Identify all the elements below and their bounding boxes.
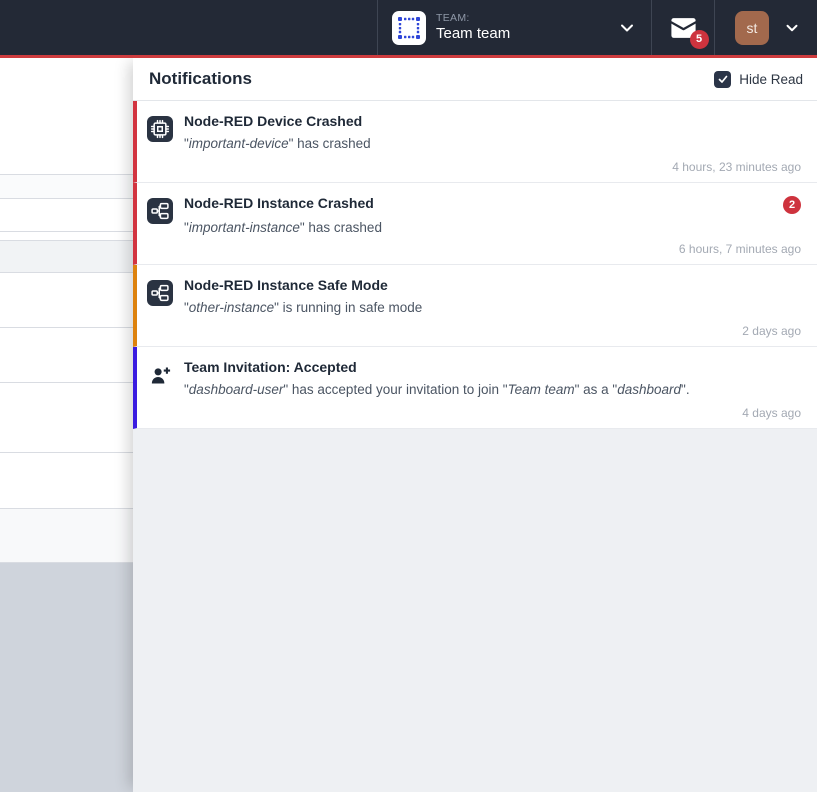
notification-message: "other-instance" is running in safe mode — [184, 300, 801, 317]
background-table-row — [0, 273, 133, 328]
background-table-row — [0, 175, 133, 199]
notification-message: "important-instance" has crashed — [184, 220, 801, 237]
background-page — [0, 58, 133, 792]
notification-timestamp: 6 hours, 7 minutes ago — [184, 242, 801, 258]
chevron-down-icon — [617, 18, 637, 38]
notification-title: Node-RED Device Crashed — [184, 113, 362, 130]
notification-item[interactable]: Node-RED Instance Crashed 2 "important-ins… — [133, 183, 817, 265]
instance-icon — [147, 198, 173, 224]
team-switcher[interactable]: TEAM: Team team — [377, 0, 651, 55]
hide-read-toggle[interactable]: Hide Read — [714, 71, 803, 88]
avatar: st — [735, 11, 769, 45]
background-table-row — [0, 509, 133, 563]
background-table-row — [0, 453, 133, 509]
panel-title: Notifications — [149, 69, 252, 89]
team-avatar — [392, 11, 426, 45]
notification-item[interactable]: Node-RED Instance Safe Mode "other-instan… — [133, 265, 817, 347]
instance-icon — [147, 280, 173, 306]
user-add-icon — [147, 362, 173, 388]
team-name: Team team — [436, 25, 510, 44]
chevron-down-icon — [783, 19, 801, 37]
notifications-inbox-button[interactable]: 5 — [651, 0, 714, 55]
notification-timestamp: 4 days ago — [184, 406, 801, 422]
background-table-row — [0, 328, 133, 383]
background-table-row — [0, 199, 133, 232]
notification-item[interactable]: Team Invitation: Accepted "dashboard-user… — [133, 347, 817, 429]
notification-timestamp: 2 days ago — [184, 324, 801, 340]
notification-timestamp: 4 hours, 23 minutes ago — [184, 160, 801, 176]
hide-read-checkbox[interactable] — [714, 71, 731, 88]
chip-icon — [147, 116, 173, 142]
background-table-row — [0, 58, 133, 175]
user-menu[interactable]: st — [714, 0, 817, 55]
notification-title: Node-RED Instance Crashed — [184, 195, 374, 212]
notification-message: "important-device" has crashed — [184, 136, 801, 153]
navbar-spacer — [0, 0, 377, 55]
notification-message: "dashboard-user" has accepted your invit… — [184, 382, 801, 399]
hide-read-label: Hide Read — [739, 72, 803, 87]
notification-item[interactable]: Node-RED Device Crashed "important-device… — [133, 101, 817, 183]
notifications-panel: Notifications Hide Read Node-RED Device … — [133, 58, 817, 792]
team-label: TEAM: — [436, 12, 510, 25]
notifications-header: Notifications Hide Read — [133, 58, 817, 101]
background-footer-area — [0, 563, 133, 792]
notification-title: Node-RED Instance Safe Mode — [184, 277, 388, 294]
unread-count-badge: 5 — [690, 30, 709, 49]
notification-count-badge: 2 — [783, 196, 801, 214]
background-table-row — [0, 383, 133, 453]
background-table-row — [0, 232, 133, 241]
notification-list: Node-RED Device Crashed "important-device… — [133, 101, 817, 429]
notification-title: Team Invitation: Accepted — [184, 359, 357, 376]
top-navbar: TEAM: Team team 5 st — [0, 0, 817, 58]
background-table-row — [0, 241, 133, 273]
